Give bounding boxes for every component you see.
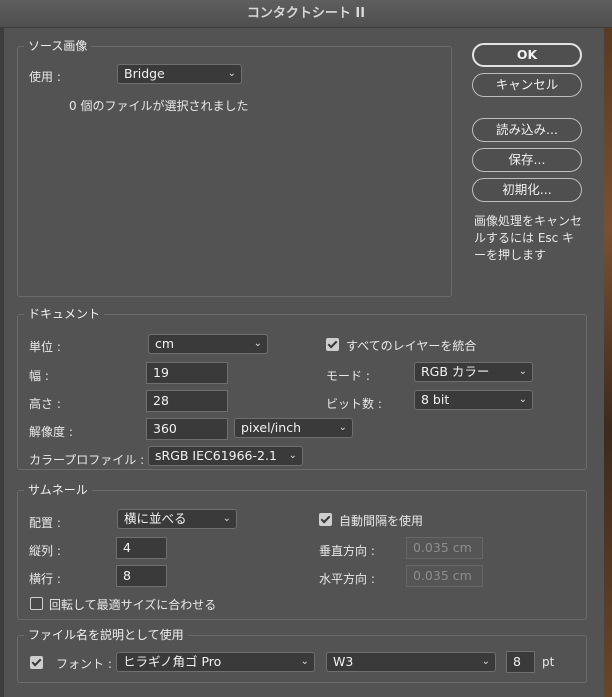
- font-size-unit: pt: [542, 655, 555, 669]
- chevron-down-icon: ⌄: [300, 656, 309, 667]
- resolution-unit-value: pixel/inch: [241, 420, 301, 435]
- document-group-title: ドキュメント: [24, 305, 105, 322]
- width-field[interactable]: 19: [146, 362, 228, 384]
- font-select[interactable]: ヒラギノ角ゴ Pro ⌄: [116, 652, 315, 672]
- use-label: 使用 :: [29, 70, 61, 84]
- mode-label: モード :: [326, 369, 370, 383]
- font-weight-value: W3: [333, 654, 354, 669]
- thumbnails-group-title: サムネール: [24, 481, 92, 498]
- save-button[interactable]: 保存...: [472, 148, 582, 172]
- background-peek: [604, 28, 612, 697]
- caption-checkbox[interactable]: [30, 656, 43, 669]
- unit-label: 単位 :: [29, 340, 61, 354]
- chevron-down-icon: ⌄: [253, 338, 262, 349]
- width-label: 幅 :: [29, 369, 49, 383]
- autospacing-label: 自動間隔を使用: [339, 514, 424, 528]
- ok-button[interactable]: OK: [472, 43, 582, 67]
- rotate-label: 回転して最適サイズに合わせる: [49, 598, 217, 612]
- profile-select-value: sRGB IEC61966-2.1: [155, 448, 277, 463]
- flatten-checkbox[interactable]: [326, 338, 339, 351]
- height-field[interactable]: 28: [146, 390, 228, 412]
- mode-select[interactable]: RGB カラー ⌄: [414, 362, 533, 382]
- resolution-label: 解像度 :: [29, 425, 73, 439]
- use-select[interactable]: Bridge ⌄: [117, 64, 242, 84]
- load-button[interactable]: 読み込み...: [472, 118, 582, 142]
- profile-select[interactable]: sRGB IEC61966-2.1 ⌄: [148, 446, 303, 466]
- selection-status: 0 個のファイルが選択されました: [69, 99, 249, 113]
- font-select-value: ヒラギノ角ゴ Pro: [123, 654, 222, 669]
- rotate-checkbox[interactable]: [30, 597, 43, 610]
- font-size-field[interactable]: 8: [506, 651, 535, 673]
- window-edge-left: [0, 28, 4, 697]
- vertical-spacing-field[interactable]: 0.035 cm: [406, 537, 483, 559]
- chevron-down-icon: ⌄: [338, 422, 347, 433]
- place-select-value: 横に並べる: [124, 511, 187, 526]
- chevron-down-icon: ⌄: [481, 656, 490, 667]
- reset-button[interactable]: 初期化...: [472, 178, 582, 202]
- bitdepth-select[interactable]: 8 bit ⌄: [414, 390, 533, 410]
- horizontal-spacing-label: 水平方向 :: [319, 572, 375, 586]
- chevron-down-icon: ⌄: [222, 513, 231, 524]
- rows-label: 横行 :: [29, 572, 61, 586]
- mode-select-value: RGB カラー: [421, 364, 490, 379]
- vertical-spacing-label: 垂直方向 :: [319, 544, 375, 558]
- unit-select[interactable]: cm ⌄: [148, 334, 268, 354]
- autospacing-checkbox[interactable]: [319, 513, 332, 526]
- source-group-title: ソース画像: [24, 37, 92, 54]
- cancel-button[interactable]: キャンセル: [472, 73, 582, 97]
- resolution-unit-select[interactable]: pixel/inch ⌄: [234, 418, 353, 438]
- escape-note: 画像処理をキャンセルするには Esc キーを押します: [474, 214, 583, 262]
- unit-select-value: cm: [155, 336, 175, 351]
- font-weight-select[interactable]: W3 ⌄: [326, 652, 496, 672]
- place-label: 配置 :: [29, 516, 61, 530]
- font-label: フォント :: [56, 657, 112, 671]
- chevron-down-icon: ⌄: [518, 366, 527, 377]
- height-label: 高さ :: [29, 397, 61, 411]
- use-select-value: Bridge: [124, 66, 165, 81]
- columns-label: 縦列 :: [29, 544, 61, 558]
- profile-label: カラープロファイル :: [29, 453, 145, 467]
- window-title: コンタクトシート II: [0, 0, 612, 28]
- resolution-field[interactable]: 360: [146, 418, 228, 440]
- horizontal-spacing-field[interactable]: 0.035 cm: [406, 565, 483, 587]
- chevron-down-icon: ⌄: [518, 394, 527, 405]
- bitdepth-label: ビット数 :: [326, 397, 382, 411]
- place-select[interactable]: 横に並べる ⌄: [117, 509, 237, 529]
- chevron-down-icon: ⌄: [227, 68, 236, 79]
- columns-field[interactable]: 4: [116, 537, 167, 559]
- chevron-down-icon: ⌄: [288, 450, 297, 461]
- rows-field[interactable]: 8: [116, 565, 167, 587]
- caption-group-title: ファイル名を説明として使用: [24, 626, 188, 643]
- bitdepth-select-value: 8 bit: [421, 392, 450, 407]
- flatten-label: すべてのレイヤーを統合: [346, 339, 477, 353]
